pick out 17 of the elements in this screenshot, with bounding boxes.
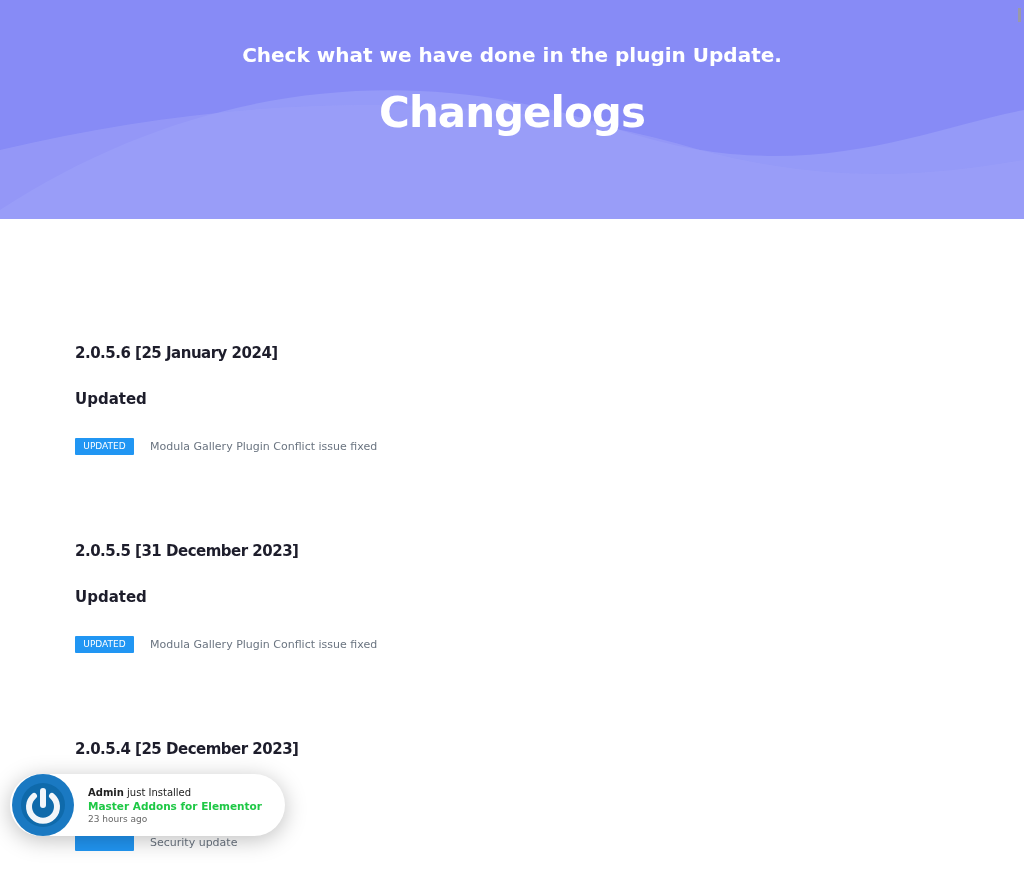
change-text: Modula Gallery Plugin Conflict issue fixed [150, 440, 378, 453]
change-text: Modula Gallery Plugin Conflict issue fixed [150, 638, 378, 651]
hero-subtitle: Check what we have done in the plugin Update. [242, 42, 782, 69]
page-title: Changelogs [379, 87, 645, 139]
power-icon [12, 774, 74, 836]
notification-text: Admin just Installed [88, 786, 193, 798]
release-heading: 2.0.5.6 [25 January 2024] [75, 343, 279, 364]
tag-label: UPDATED [75, 636, 134, 653]
group-heading: Updated [75, 389, 148, 410]
change-text: Security update [150, 836, 238, 849]
release-heading: 2.0.5.5 [31 December 2023] [75, 541, 300, 562]
scrollbar-thumb[interactable] [1018, 8, 1021, 22]
tag-label: UPDATED [75, 438, 134, 455]
release-heading: 2.0.5.4 [25 December 2023] [75, 739, 300, 760]
product-link[interactable]: Master Addons for Elementor [88, 799, 262, 812]
group-heading: Updated [75, 587, 148, 608]
notification-time: 23 hours ago [88, 813, 149, 824]
